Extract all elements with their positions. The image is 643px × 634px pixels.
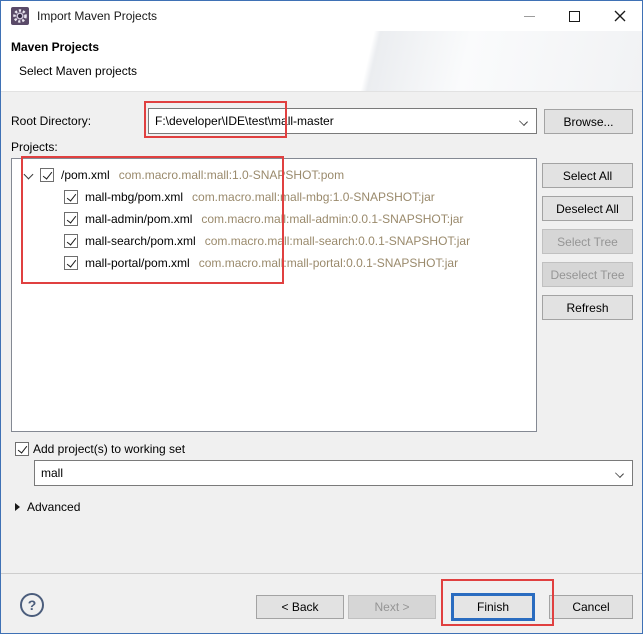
working-set-combo[interactable]: mall <box>34 460 633 486</box>
pom-file-name: /pom.xml <box>61 168 110 182</box>
root-directory-value: F:\developer\IDE\test\mall-master <box>155 114 334 128</box>
minimize-button[interactable] <box>507 1 552 31</box>
footer-separator <box>1 573 642 574</box>
minimize-icon <box>524 16 535 17</box>
browse-button[interactable]: Browse... <box>544 109 633 134</box>
root-directory-label: Root Directory: <box>11 114 91 128</box>
close-icon <box>614 10 626 22</box>
tree-row[interactable]: mall-portal/pom.xml com.macro.mall:mall-… <box>12 252 536 274</box>
triangle-right-icon <box>15 503 20 511</box>
back-button[interactable]: < Back <box>256 595 344 619</box>
root-directory-combo[interactable]: F:\developer\IDE\test\mall-master <box>148 108 537 134</box>
select-all-button[interactable]: Select All <box>542 163 633 188</box>
artifact-coordinates: com.macro.mall:mall-admin:0.0.1-SNAPSHOT… <box>201 212 463 226</box>
checkbox-checked-icon[interactable] <box>64 234 78 248</box>
cancel-button[interactable]: Cancel <box>549 595 633 619</box>
working-set-value: mall <box>41 466 63 480</box>
next-button[interactable]: Next > <box>348 595 436 619</box>
checkbox-checked-icon[interactable] <box>64 212 78 226</box>
import-maven-projects-dialog: Import Maven Projects Maven Projects Sel… <box>0 0 643 634</box>
tree-row[interactable]: mall-mbg/pom.xml com.macro.mall:mall-mbg… <box>12 186 536 208</box>
wizard-banner: Maven Projects Select Maven projects <box>1 31 642 92</box>
tree-row[interactable]: mall-search/pom.xml com.macro.mall:mall-… <box>12 230 536 252</box>
pom-file-name: mall-admin/pom.xml <box>85 212 192 226</box>
pom-file-name: mall-search/pom.xml <box>85 234 196 248</box>
tree-row[interactable]: /pom.xml com.macro.mall:mall:1.0-SNAPSHO… <box>12 164 536 186</box>
artifact-coordinates: com.macro.mall:mall-portal:0.0.1-SNAPSHO… <box>199 256 458 270</box>
maximize-button[interactable] <box>552 1 597 31</box>
refresh-button[interactable]: Refresh <box>542 295 633 320</box>
checkbox-checked-icon[interactable] <box>64 256 78 270</box>
advanced-expander[interactable]: Advanced <box>15 500 80 514</box>
window-title: Import Maven Projects <box>37 1 157 31</box>
maven-import-wizard-icon <box>11 7 29 25</box>
projects-label: Projects: <box>11 140 58 154</box>
tree-expander-icon[interactable] <box>22 168 36 182</box>
finish-button[interactable]: Finish <box>451 593 535 621</box>
help-button[interactable]: ? <box>20 593 44 617</box>
select-tree-button[interactable]: Select Tree <box>542 229 633 254</box>
advanced-label: Advanced <box>27 500 80 514</box>
projects-tree[interactable]: /pom.xml com.macro.mall:mall:1.0-SNAPSHO… <box>11 158 537 432</box>
checkbox-checked-icon[interactable] <box>40 168 54 182</box>
checkbox-checked-icon[interactable] <box>15 442 29 456</box>
deselect-tree-button[interactable]: Deselect Tree <box>542 262 633 287</box>
tree-row[interactable]: mall-admin/pom.xml com.macro.mall:mall-a… <box>12 208 536 230</box>
maximize-icon <box>569 11 580 22</box>
pom-file-name: mall-mbg/pom.xml <box>85 190 183 204</box>
close-button[interactable] <box>597 1 642 31</box>
deselect-all-button[interactable]: Deselect All <box>542 196 633 221</box>
title-bar: Import Maven Projects <box>1 1 642 31</box>
tree-actions: Select All Deselect All Select Tree Dese… <box>542 163 633 320</box>
working-set-checkbox-label: Add project(s) to working set <box>33 442 185 456</box>
artifact-coordinates: com.macro.mall:mall-mbg:1.0-SNAPSHOT:jar <box>192 190 435 204</box>
artifact-coordinates: com.macro.mall:mall:1.0-SNAPSHOT:pom <box>119 168 344 182</box>
chevron-down-icon[interactable] <box>519 117 528 126</box>
artifact-coordinates: com.macro.mall:mall-search:0.0.1-SNAPSHO… <box>205 234 470 248</box>
page-title: Maven Projects <box>11 40 99 54</box>
page-subtitle: Select Maven projects <box>19 64 137 78</box>
checkbox-checked-icon[interactable] <box>64 190 78 204</box>
pom-file-name: mall-portal/pom.xml <box>85 256 190 270</box>
chevron-down-icon[interactable] <box>615 469 624 478</box>
